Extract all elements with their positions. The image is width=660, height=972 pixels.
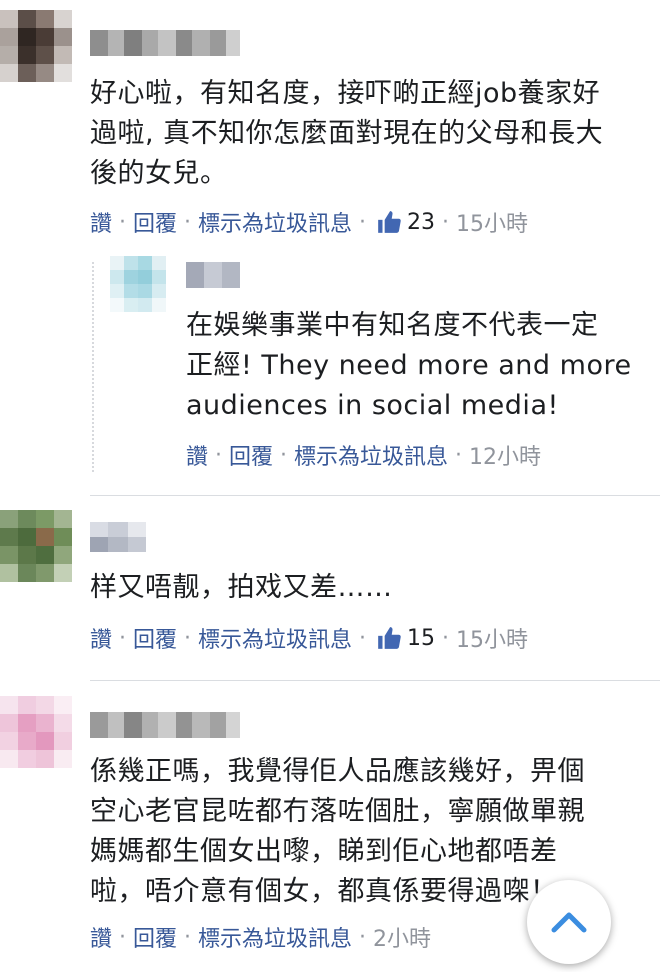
commenter-name[interactable] [90, 712, 240, 738]
mark-spam-link[interactable]: 標示為垃圾訊息 [198, 206, 352, 238]
separator: · [359, 924, 367, 950]
commenter-name[interactable] [90, 30, 240, 56]
thumbs-up-icon[interactable] [375, 209, 403, 235]
reply-link[interactable]: 回覆 [229, 439, 273, 471]
comment-text: 在娛樂事業中有知名度不代表一定 正經! They need more and m… [186, 310, 632, 421]
like-link[interactable]: 讚 [90, 206, 112, 238]
separator: · [215, 442, 223, 468]
reply-link[interactable]: 回覆 [133, 206, 177, 238]
scroll-to-top-button[interactable] [527, 880, 611, 964]
like-link[interactable]: 讚 [90, 921, 112, 953]
comment-actions: 讚 · 回覆 · 標示為垃圾訊息 · 15 · 15小時 [90, 621, 528, 655]
reply-link[interactable]: 回覆 [133, 622, 177, 654]
mark-spam-link[interactable]: 標示為垃圾訊息 [198, 921, 352, 953]
commenter-name[interactable] [186, 262, 240, 288]
avatar[interactable] [110, 256, 166, 312]
mark-spam-link[interactable]: 標示為垃圾訊息 [294, 439, 448, 471]
separator: · [184, 209, 192, 235]
separator: · [442, 625, 450, 651]
comment-text: 係幾正嗎，我覺得佢人品應該幾好，畀個 空心老官昆咗都冇落咗個肚，寧願做單親 媽媽… [90, 756, 585, 907]
divider [90, 495, 660, 496]
separator: · [119, 625, 127, 651]
timestamp: 12小時 [469, 445, 542, 470]
commenter-name[interactable] [90, 522, 146, 552]
comment-actions: 讚 · 回覆 · 標示為垃圾訊息 · 12小時 [186, 438, 541, 472]
comment-actions: 讚 · 回覆 · 標示為垃圾訊息 · 23 · 15小時 [90, 205, 528, 239]
comment-actions: 讚 · 回覆 · 標示為垃圾訊息 · 2小時 [90, 920, 431, 954]
comment-text: 好心啦，有知名度，接吓啲正經job養家好 過啦, 真不知你怎麼面對現在的父母和長… [90, 78, 604, 189]
like-count: 15 [407, 625, 436, 651]
mark-spam-link[interactable]: 標示為垃圾訊息 [198, 622, 352, 654]
avatar[interactable] [0, 10, 72, 82]
separator: · [442, 209, 450, 235]
avatar[interactable] [0, 696, 72, 768]
separator: · [280, 442, 288, 468]
like-link[interactable]: 讚 [186, 439, 208, 471]
separator: · [184, 924, 192, 950]
like-count: 23 [407, 209, 436, 235]
separator: · [119, 924, 127, 950]
like-link[interactable]: 讚 [90, 622, 112, 654]
separator: · [184, 625, 192, 651]
thumbs-up-icon[interactable] [375, 625, 403, 651]
chevron-up-icon [551, 912, 587, 933]
separator: · [359, 625, 367, 651]
timestamp: 15小時 [456, 628, 529, 653]
avatar[interactable] [0, 510, 72, 582]
timestamp: 2小時 [373, 927, 432, 952]
separator: · [119, 209, 127, 235]
reply-link[interactable]: 回覆 [133, 921, 177, 953]
timestamp: 15小時 [456, 212, 529, 237]
reply-thread-line [92, 262, 94, 472]
separator: · [359, 209, 367, 235]
comment-text: 样又唔靓，拍戏又差…… [90, 572, 393, 603]
separator: · [455, 442, 463, 468]
divider [90, 680, 660, 681]
